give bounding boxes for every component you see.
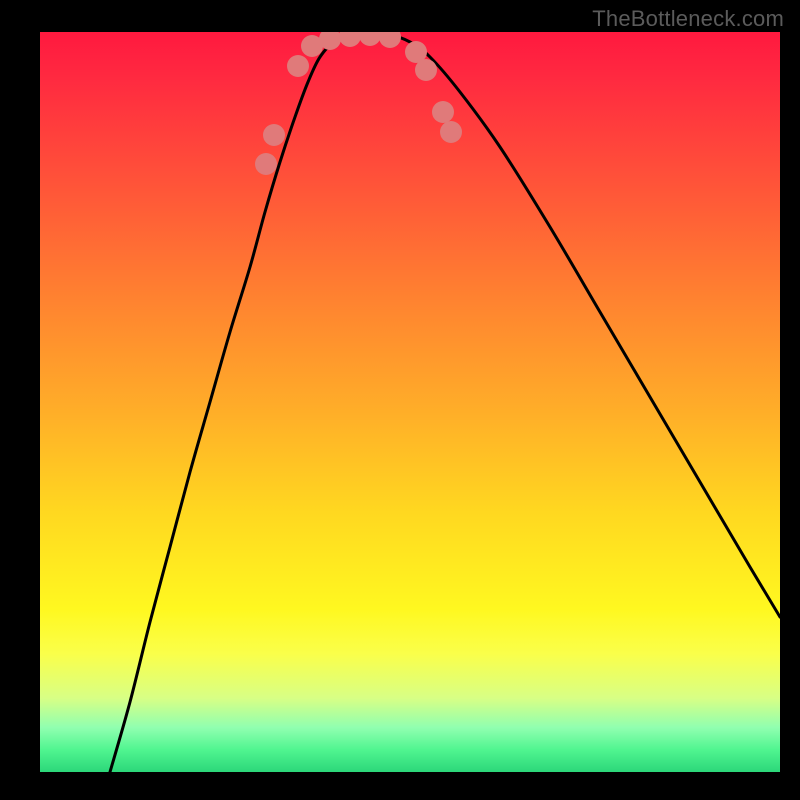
highlight-markers <box>255 32 462 175</box>
watermark-text: TheBottleneck.com <box>592 6 784 32</box>
curve-layer <box>40 32 780 772</box>
highlight-dot <box>432 101 454 123</box>
bottleneck-curve <box>110 33 780 772</box>
plot-area <box>40 32 780 772</box>
highlight-dot <box>379 32 401 48</box>
highlight-dot <box>440 121 462 143</box>
chart-frame: TheBottleneck.com <box>0 0 800 800</box>
highlight-dot <box>263 124 285 146</box>
highlight-dot <box>339 32 361 47</box>
highlight-dot <box>415 59 437 81</box>
highlight-dot <box>287 55 309 77</box>
highlight-dot <box>359 32 381 46</box>
highlight-dot <box>255 153 277 175</box>
